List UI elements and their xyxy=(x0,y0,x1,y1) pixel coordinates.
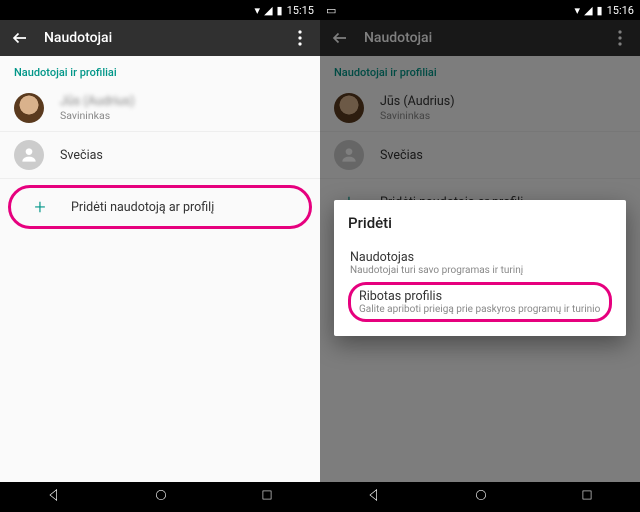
avatar-guest-icon xyxy=(14,140,44,170)
add-user-button[interactable]: Pridėti naudotoją ar profilį xyxy=(71,200,214,215)
status-time: 15:16 xyxy=(607,4,634,17)
option-user-title: Naudotojas xyxy=(350,250,610,265)
add-icon: + xyxy=(25,192,55,222)
avatar-owner-icon xyxy=(14,93,44,123)
navigation-bar xyxy=(320,482,640,512)
add-user-highlight: + Pridėti naudotoją ar profilį xyxy=(8,185,312,229)
dialog-option-user[interactable]: Naudotojas Naudotojai turi savo programa… xyxy=(348,244,612,282)
status-bar: ▭ ▾ ◢ ▮ 15:16 xyxy=(320,0,640,20)
overflow-menu-icon[interactable] xyxy=(288,26,312,50)
screen-right: ▭ ▾ ◢ ▮ 15:16 Naudotojai Naudotojai ir p… xyxy=(320,0,640,512)
nav-recents-icon[interactable] xyxy=(260,488,274,506)
signal-icon: ◢ xyxy=(264,4,272,17)
add-dialog: Pridėti Naudotojas Naudotojai turi savo … xyxy=(334,200,626,336)
screenshot-icon: ▭ xyxy=(326,4,336,17)
guest-row[interactable]: Svečias xyxy=(0,132,320,179)
guest-label: Svečias xyxy=(60,148,103,163)
dialog-title: Pridėti xyxy=(348,214,612,232)
owner-subtitle: Savininkas xyxy=(60,109,135,122)
wifi-icon: ▾ xyxy=(255,4,261,17)
wifi-icon: ▾ xyxy=(575,4,581,17)
navigation-bar xyxy=(0,482,320,512)
option-restricted-subtitle: Galite apriboti prieigą prie paskyros pr… xyxy=(359,304,601,315)
nav-home-icon[interactable] xyxy=(473,487,489,507)
status-time: 15:15 xyxy=(287,4,314,17)
back-button[interactable] xyxy=(8,26,32,50)
app-bar: Naudotojai xyxy=(0,20,320,56)
battery-icon: ▮ xyxy=(597,4,603,17)
status-bar: ▾ ◢ ▮ 15:15 xyxy=(0,0,320,20)
option-restricted-title: Ribotas profilis xyxy=(359,289,601,304)
dialog-option-restricted[interactable]: Ribotas profilis Galite apriboti prieigą… xyxy=(348,282,612,322)
screen-left: ▾ ◢ ▮ 15:15 Naudotojai Naudotojai ir pro… xyxy=(0,0,320,512)
appbar-title: Naudotojai xyxy=(44,30,288,46)
content-area: Naudotojai ir profiliai Jūs (Audrius) Sa… xyxy=(0,56,320,235)
add-user-label: Pridėti naudotoją ar profilį xyxy=(71,200,214,215)
nav-back-icon[interactable] xyxy=(46,487,62,507)
owner-name: Jūs (Audrius) xyxy=(60,94,135,109)
signal-icon: ◢ xyxy=(584,4,592,17)
nav-recents-icon[interactable] xyxy=(580,488,594,506)
owner-row[interactable]: Jūs (Audrius) Savininkas xyxy=(0,85,320,132)
section-label: Naudotojai ir profiliai xyxy=(0,56,320,85)
battery-icon: ▮ xyxy=(277,4,283,17)
add-user-row-container: + Pridėti naudotoją ar profilį xyxy=(0,179,320,235)
nav-back-icon[interactable] xyxy=(366,487,382,507)
option-user-subtitle: Naudotojai turi savo programas ir turinį xyxy=(350,265,610,276)
nav-home-icon[interactable] xyxy=(153,487,169,507)
